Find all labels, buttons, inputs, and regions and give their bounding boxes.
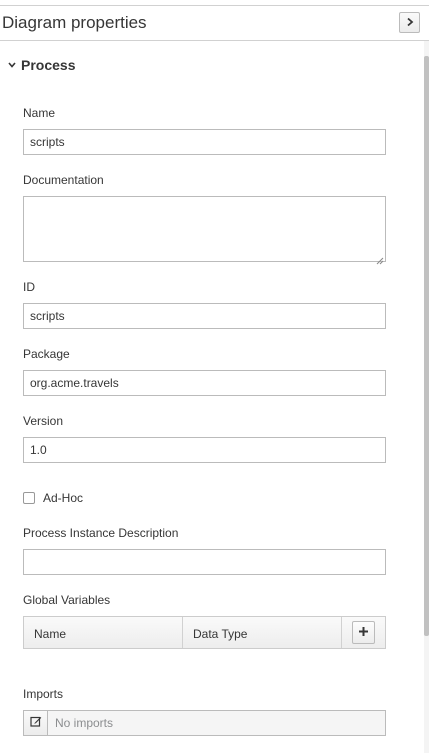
collapse-panel-button[interactable] xyxy=(399,12,420,33)
edit-imports-button[interactable] xyxy=(24,711,48,735)
chevron-down-icon xyxy=(8,56,16,74)
chevron-right-icon xyxy=(405,14,415,32)
id-label: ID xyxy=(23,280,35,294)
process-section-toggle[interactable]: Process xyxy=(8,55,75,75)
id-field[interactable]: scripts xyxy=(23,303,386,329)
plus-icon xyxy=(358,624,369,642)
resize-handle-icon[interactable] xyxy=(376,252,384,265)
edit-icon xyxy=(29,714,42,732)
column-header-name: Name xyxy=(24,617,183,648)
name-field[interactable]: scripts xyxy=(23,129,386,155)
imports-field[interactable]: No imports xyxy=(23,710,386,736)
panel-title: Diagram properties xyxy=(2,13,147,32)
scrollbar-thumb[interactable] xyxy=(424,56,429,636)
adhoc-label[interactable]: Ad-Hoc xyxy=(43,491,83,505)
add-global-variable-button[interactable] xyxy=(352,621,375,644)
process-instance-description-field[interactable] xyxy=(23,549,386,575)
imports-label: Imports xyxy=(23,687,64,701)
process-instance-description-label: Process Instance Description xyxy=(23,526,179,540)
imports-value: No imports xyxy=(55,716,114,730)
panel-header: Diagram properties xyxy=(0,6,429,41)
global-variables-table: Name Data Type xyxy=(23,616,386,649)
documentation-label: Documentation xyxy=(23,173,104,187)
adhoc-row: Ad-Hoc xyxy=(23,490,83,506)
name-label: Name xyxy=(23,106,56,120)
documentation-field[interactable] xyxy=(23,196,386,265)
diagram-properties-panel: Diagram properties Process Name scripts … xyxy=(0,0,429,753)
package-field[interactable]: org.acme.travels xyxy=(23,370,386,396)
section-title: Process xyxy=(21,57,76,73)
version-label: Version xyxy=(23,414,64,428)
adhoc-checkbox[interactable] xyxy=(23,492,35,504)
package-label: Package xyxy=(23,347,70,361)
version-field[interactable]: 1.0 xyxy=(23,437,386,463)
column-header-data-type: Data Type xyxy=(183,617,342,648)
global-variables-label: Global Variables xyxy=(23,593,111,607)
